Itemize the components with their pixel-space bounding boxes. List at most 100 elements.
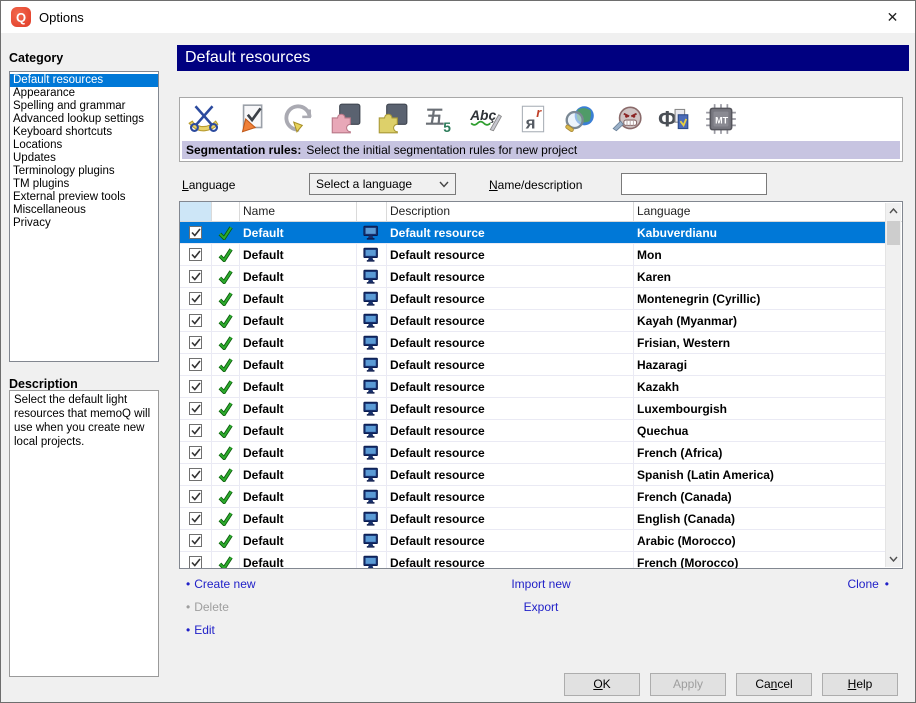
export-path-rules-icon[interactable] [372,99,412,139]
row-checkbox[interactable] [180,288,212,309]
table-row[interactable]: Default Default resource Quechua [180,420,886,442]
language-column-header[interactable]: Language [634,202,886,221]
row-checkbox[interactable] [180,464,212,485]
table-row[interactable]: Default Default resource Montenegrin (Cy… [180,288,886,310]
resource-language: Spanish (Latin America) [637,467,774,482]
table-row[interactable]: Default Default resource Kazakh [180,376,886,398]
table-row[interactable]: Default Default resource Karen [180,266,886,288]
ok-button[interactable]: OK [564,673,640,696]
row-checkbox[interactable] [180,530,212,551]
category-item[interactable]: Privacy [10,217,158,230]
description-box: Select the default light resources that … [9,390,159,677]
row-checkbox[interactable] [180,332,212,353]
table-row[interactable]: Default Default resource Hazaragi [180,354,886,376]
scroll-down-icon[interactable] [886,551,901,567]
table-row[interactable]: Default Default resource Spanish (Latin … [180,464,886,486]
checkbox-column-header[interactable] [180,202,212,221]
resource-language: Montenegrin (Cyrillic) [637,291,761,306]
export-link[interactable]: Export [179,600,903,614]
category-list[interactable]: Default resources Appearance Spelling and … [9,71,159,362]
resource-name: Default [240,288,357,309]
table-row[interactable]: Default Default resource French (Africa) [180,442,886,464]
resource-name: Default [240,376,357,397]
category-item[interactable]: Spelling and grammar [10,100,158,113]
table-row[interactable]: Default Default resource Kayah (Myanmar) [180,310,886,332]
local-resource-icon [357,266,387,287]
window-title: Options [39,10,84,25]
checkmark-icon [190,426,201,435]
help-button[interactable]: Help [822,673,898,696]
table-row[interactable]: Default Default resource French (Canada) [180,486,886,508]
apply-button: Apply [650,673,726,696]
filter-configurations-icon[interactable] [325,99,365,139]
row-checkbox[interactable] [180,398,212,419]
vertical-scrollbar[interactable] [885,203,901,567]
resource-language: Quechua [637,423,689,438]
category-item[interactable]: Locations [10,139,158,152]
language-dropdown[interactable]: Select a language [309,173,456,195]
number-formats-icon[interactable]: 五5 [419,99,459,139]
checkmark-icon [190,272,201,281]
row-checkbox[interactable] [180,266,212,287]
row-checkbox[interactable] [180,552,212,568]
autotranslation-rules-icon[interactable]: яr [513,99,553,139]
autocorrect-icon[interactable] [278,99,318,139]
table-row[interactable]: Default Default resource Arabic (Morocco… [180,530,886,552]
enabled-check-icon [212,244,240,265]
location-column-header[interactable] [357,202,387,221]
category-item[interactable]: Updates [10,152,158,165]
machine-translation-settings-icon[interactable]: MT [701,99,741,139]
local-resource-icon [357,244,387,265]
category-item[interactable]: Terminology plugins [10,165,158,178]
category-item[interactable]: Miscellaneous [10,204,158,217]
category-item[interactable]: Default resources [10,74,158,87]
row-checkbox[interactable] [180,222,212,243]
category-item[interactable]: TM plugins [10,178,158,191]
chevron-down-icon [439,181,449,188]
row-checkbox[interactable] [180,354,212,375]
cancel-button[interactable]: Cancel [736,673,812,696]
table-row[interactable]: Default Default resource Kabuverdianu [180,222,886,244]
row-checkbox[interactable] [180,376,212,397]
table-row[interactable]: Default Default resource Luxembourgish [180,398,886,420]
scroll-up-icon[interactable] [886,203,901,219]
segmentation-rules-icon[interactable] [184,99,224,139]
category-item[interactable]: Appearance [10,87,158,100]
row-checkbox[interactable] [180,508,212,529]
category-item[interactable]: Advanced lookup settings [10,113,158,126]
resource-description: Default resource [387,332,634,353]
edit-link[interactable]: • Edit [186,623,215,637]
resource-language: English (Canada) [637,511,736,526]
row-checkbox[interactable] [180,420,212,441]
status-column-header[interactable] [212,202,240,221]
checkmark-icon [190,294,201,303]
table-row[interactable]: Default Default resource English (Canada… [180,508,886,530]
scrollbar-thumb[interactable] [887,221,900,245]
qa-settings-icon[interactable] [231,99,271,139]
table-row[interactable]: Default Default resource Frisian, Wester… [180,332,886,354]
table-row[interactable]: Default Default resource French (Morocco… [180,552,886,568]
name-description-input[interactable] [621,173,767,195]
swearword-lists-icon[interactable] [607,99,647,139]
category-item[interactable]: External preview tools [10,191,158,204]
category-item[interactable]: Keyboard shortcuts [10,126,158,139]
ignore-lists-icon[interactable]: Abç [466,99,506,139]
clone-link[interactable]: Clone • [179,577,903,591]
description-column-header[interactable]: Description [387,202,634,221]
web-search-settings-icon[interactable] [560,99,600,139]
row-checkbox[interactable] [180,244,212,265]
resource-name: Default [240,354,357,375]
table-row[interactable]: Default Default resource Mon [180,244,886,266]
non-translatable-lists-icon[interactable]: Φ [654,99,694,139]
svg-text:5: 5 [443,119,451,135]
resource-name: Default [240,486,357,507]
row-checkbox[interactable] [180,310,212,331]
row-checkbox[interactable] [180,442,212,463]
row-checkbox[interactable] [180,486,212,507]
resource-name: Default [240,530,357,551]
resource-name: Default [240,420,357,441]
local-resource-icon [357,508,387,529]
close-icon[interactable]: ✕ [870,1,915,33]
resource-language: Luxembourgish [637,401,728,416]
name-column-header[interactable]: Name [240,202,357,221]
